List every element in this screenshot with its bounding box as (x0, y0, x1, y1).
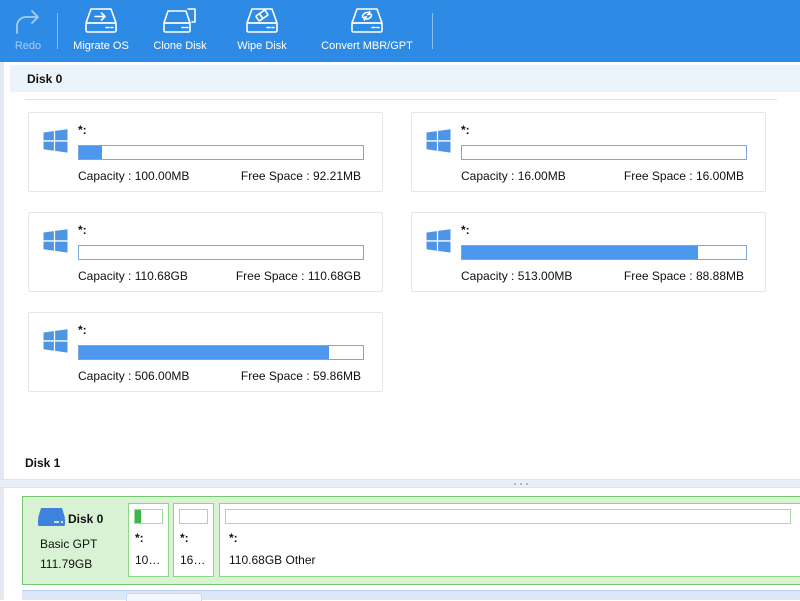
disk-drive-icon (38, 508, 65, 527)
redo-label: Redo (15, 40, 41, 52)
migrate-os-icon (82, 7, 120, 37)
partition-card[interactable]: *: Capacity : 16.00MB Free Space : 16.00… (411, 112, 766, 192)
segment-size: 110.68GB Other (229, 553, 316, 567)
wipe-disk-icon (243, 7, 281, 37)
partition-name: *: (78, 323, 87, 337)
toolbar-separator (432, 13, 433, 49)
segment-name: *: (180, 531, 189, 545)
segment-size: 16… (180, 553, 205, 567)
partition-name: *: (461, 123, 470, 137)
disk-type: Basic GPT (40, 537, 97, 551)
usage-bar (461, 145, 747, 160)
clone-disk-button[interactable]: Clone Disk (145, 7, 215, 57)
segment-usage-fill (135, 510, 141, 523)
usage-bar-fill (79, 346, 329, 359)
free-space-label: Free Space : 110.68GB (236, 269, 361, 283)
disk0-section-header: Disk 0 (10, 65, 800, 92)
usage-bar-fill (462, 246, 698, 259)
map-partition-segment[interactable]: *: 16… (173, 503, 214, 577)
panel-splitter[interactable] (0, 479, 800, 488)
toolbar-separator (57, 13, 58, 49)
wipe-disk-button[interactable]: Wipe Disk (227, 7, 297, 57)
free-space-label: Free Space : 92.21MB (241, 169, 361, 183)
toolbar: Redo Migrate OS Clone Disk (0, 0, 800, 62)
partition-name: *: (78, 223, 87, 237)
segment-usage-bar (134, 509, 163, 524)
windows-logo-icon (426, 129, 451, 153)
migrate-os-button[interactable]: Migrate OS (62, 7, 140, 57)
capacity-label: Capacity : 513.00MB (461, 269, 572, 283)
windows-logo-icon (43, 329, 68, 353)
map-partition-segment[interactable]: *: 110.68GB Other (219, 503, 800, 577)
migrate-os-label: Migrate OS (73, 40, 129, 52)
left-edge-strip (0, 62, 4, 600)
partition-card[interactable]: *: Capacity : 506.00MB Free Space : 59.8… (28, 312, 383, 392)
partition-card[interactable]: *: Capacity : 100.00MB Free Space : 92.2… (28, 112, 383, 192)
convert-mbr-gpt-label: Convert MBR/GPT (321, 40, 413, 52)
segment-usage-bar (225, 509, 791, 524)
section-divider (25, 99, 777, 100)
free-space-label: Free Space : 16.00MB (624, 169, 744, 183)
wipe-disk-label: Wipe Disk (237, 40, 287, 52)
map-partition-segment[interactable]: *: 10… (128, 503, 169, 577)
disk-size: 111.79GB (40, 557, 92, 571)
disk-map-row-disk1-partial[interactable] (22, 590, 800, 600)
clone-disk-label: Clone Disk (153, 40, 206, 52)
free-space-label: Free Space : 88.88MB (624, 269, 744, 283)
redo-icon (10, 7, 46, 37)
usage-bar (461, 245, 747, 260)
disk0-header-label: Disk 0 (27, 72, 62, 86)
partition-card[interactable]: *: Capacity : 513.00MB Free Space : 88.8… (411, 212, 766, 292)
redo-button[interactable]: Redo (4, 7, 52, 57)
segment-size: 10… (135, 553, 160, 567)
windows-logo-icon (43, 129, 68, 153)
splitter-handle-icon[interactable] (514, 483, 528, 485)
free-space-label: Free Space : 59.86MB (241, 369, 361, 383)
segment-name: *: (229, 531, 238, 545)
usage-bar (78, 245, 364, 260)
convert-mbr-gpt-button[interactable]: Convert MBR/GPT (317, 7, 417, 57)
disk1-section-header: Disk 1 (25, 456, 60, 470)
partition-name: *: (78, 123, 87, 137)
usage-bar (78, 145, 364, 160)
segment-usage-bar (179, 509, 208, 524)
capacity-label: Capacity : 110.68GB (78, 269, 188, 283)
usage-bar-fill (79, 146, 102, 159)
segment-name: *: (135, 531, 144, 545)
convert-mbr-gpt-icon (348, 7, 386, 37)
windows-logo-icon (43, 229, 68, 253)
capacity-label: Capacity : 100.00MB (78, 169, 189, 183)
disk-map-row-disk0[interactable]: Disk 0 Basic GPT 111.79GB *: 10… *: 16… … (22, 496, 800, 585)
partition-card[interactable]: *: Capacity : 110.68GB Free Space : 110.… (28, 212, 383, 292)
partition-name: *: (461, 223, 470, 237)
disk-name: Disk 0 (68, 512, 103, 526)
capacity-label: Capacity : 506.00MB (78, 369, 189, 383)
usage-bar (78, 345, 364, 360)
clone-disk-icon (161, 7, 199, 37)
capacity-label: Capacity : 16.00MB (461, 169, 566, 183)
windows-logo-icon (426, 229, 451, 253)
